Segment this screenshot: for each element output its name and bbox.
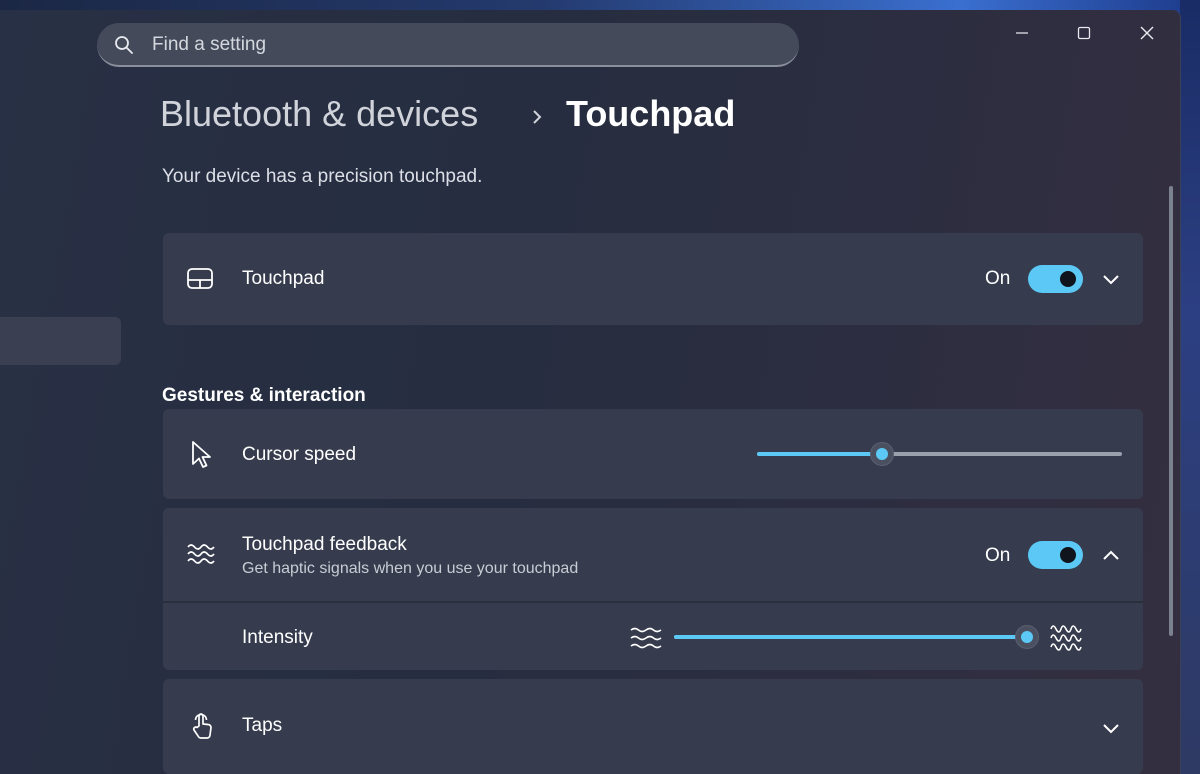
- tap-icon: [192, 713, 212, 739]
- cursor-speed-fill: [757, 452, 882, 456]
- search-box[interactable]: [97, 23, 799, 67]
- haptic-waves-icon: [187, 544, 215, 564]
- touchpad-toggle[interactable]: [1028, 265, 1083, 293]
- intensity-thumb[interactable]: [1015, 625, 1039, 649]
- touchpad-label: Touchpad: [242, 268, 325, 289]
- desktop-wallpaper-side: [1180, 0, 1200, 774]
- touchpad-feedback-card[interactable]: Touchpad feedback Get haptic signals whe…: [163, 508, 1143, 670]
- touchpad-feedback-toggle[interactable]: [1028, 541, 1083, 569]
- taps-label: Taps: [242, 715, 283, 736]
- settings-window: Bluetooth & devices Touchpad Your device…: [0, 10, 1181, 774]
- touchpad-feedback-sublabel: Get haptic signals when you use your tou…: [242, 560, 579, 577]
- close-icon: [1140, 26, 1154, 40]
- touchpad-icon: [187, 268, 213, 289]
- cursor-speed-label: Cursor speed: [242, 444, 357, 465]
- touchpad-state: On: [985, 268, 1011, 289]
- nav-selected-item[interactable]: [0, 317, 121, 365]
- breadcrumb-parent[interactable]: Bluetooth & devices: [160, 93, 478, 135]
- search-input[interactable]: [152, 31, 752, 59]
- close-button[interactable]: [1134, 20, 1160, 46]
- maximize-icon: [1077, 26, 1091, 40]
- maximize-button[interactable]: [1071, 20, 1097, 46]
- vertical-scrollbar[interactable]: [1169, 186, 1173, 636]
- touchpad-feedback-state: On: [985, 545, 1011, 566]
- minimize-button[interactable]: [1009, 20, 1035, 46]
- touchpad-card[interactable]: Touchpad On: [163, 233, 1143, 325]
- minimize-icon: [1016, 32, 1028, 34]
- chevron-up-icon[interactable]: [1102, 549, 1120, 561]
- taps-card[interactable]: Taps: [163, 679, 1143, 774]
- cursor-speed-card: Cursor speed: [163, 409, 1143, 499]
- chevron-down-icon[interactable]: [1102, 274, 1120, 286]
- intensity-fill: [674, 635, 1026, 639]
- pointer-icon: [192, 441, 211, 468]
- chevron-down-icon[interactable]: [1102, 723, 1120, 735]
- chevron-right-icon: [533, 110, 542, 124]
- haptic-low-icon: [630, 627, 662, 649]
- intensity-label: Intensity: [242, 627, 313, 648]
- page-title: Touchpad: [566, 93, 736, 134]
- haptic-high-icon: [1050, 625, 1082, 651]
- device-description: Your device has a precision touchpad.: [162, 166, 483, 187]
- search-icon: [115, 36, 133, 54]
- feedback-divider: [163, 601, 1143, 603]
- touchpad-feedback-label: Touchpad feedback: [242, 534, 407, 555]
- section-title: Gestures & interaction: [162, 385, 366, 406]
- cursor-speed-thumb[interactable]: [870, 442, 894, 466]
